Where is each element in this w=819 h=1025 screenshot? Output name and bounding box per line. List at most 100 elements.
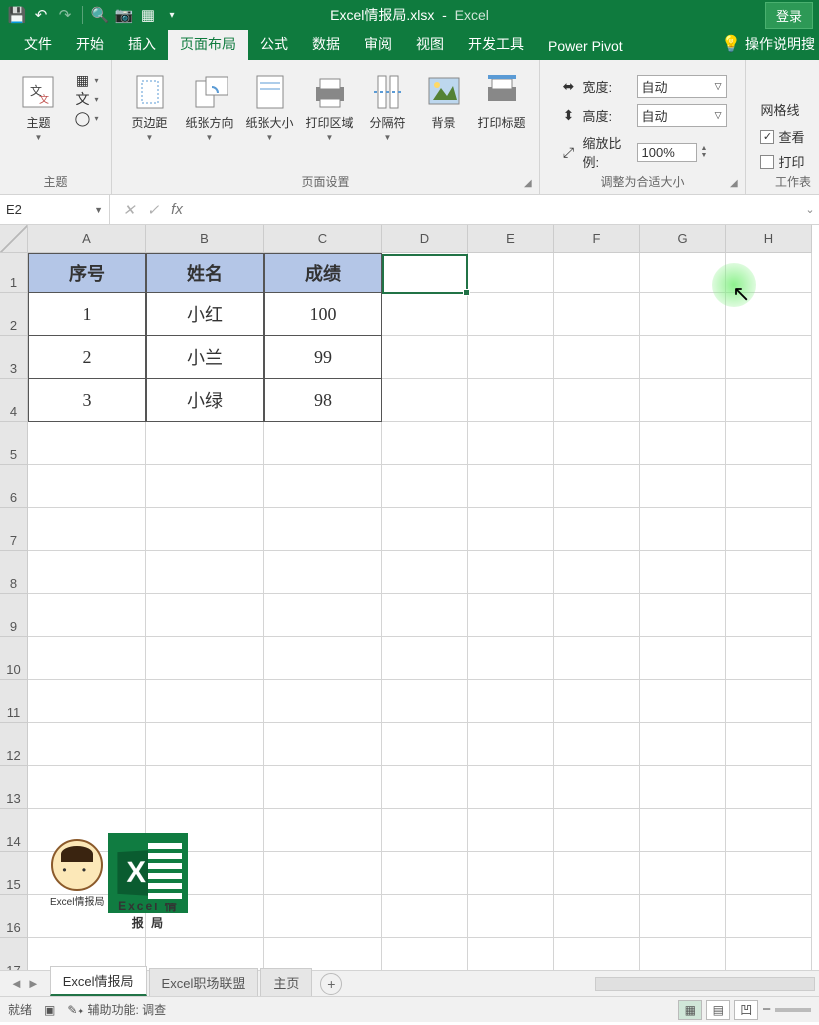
cell[interactable] [264,809,382,852]
cell[interactable] [146,637,264,680]
cell[interactable] [382,336,468,379]
cell[interactable] [640,938,726,970]
size-button[interactable]: 纸张大小▼ [244,70,296,144]
print-gridlines-checkbox[interactable]: 打印 [760,152,804,171]
add-sheet-button[interactable]: + [320,973,342,995]
cell[interactable]: 100 [264,293,382,336]
expand-formula-bar[interactable]: ⌄ [801,203,819,216]
cell[interactable] [554,766,640,809]
zoom-out-button[interactable]: − [762,1001,771,1018]
tab-文件[interactable]: 文件 [12,28,64,60]
cell[interactable] [640,379,726,422]
row-header-11[interactable]: 11 [0,680,28,723]
cell[interactable] [640,723,726,766]
background-button[interactable]: 背景 [420,70,468,133]
cell[interactable] [640,637,726,680]
cell[interactable] [264,637,382,680]
cell[interactable] [468,336,554,379]
cell[interactable] [382,293,468,336]
page-break-view-button[interactable]: 凹 [734,1000,758,1020]
cell[interactable] [146,508,264,551]
cell[interactable] [468,852,554,895]
cell[interactable] [468,379,554,422]
row-header-5[interactable]: 5 [0,422,28,465]
cell[interactable] [382,723,468,766]
cell[interactable] [554,594,640,637]
fx-icon[interactable]: fx [166,201,188,219]
tab-页面布局[interactable]: 页面布局 [168,28,248,60]
cell[interactable] [264,895,382,938]
cell[interactable] [554,551,640,594]
cell[interactable] [726,379,812,422]
cell[interactable] [468,594,554,637]
cell[interactable] [554,723,640,766]
cell[interactable]: 1 [28,293,146,336]
cell[interactable] [28,723,146,766]
cell[interactable]: 成绩 [264,253,382,293]
cell[interactable] [146,680,264,723]
cell[interactable] [640,253,726,293]
cell[interactable] [28,465,146,508]
scale-input[interactable]: 100% [637,143,697,162]
cell[interactable] [726,594,812,637]
tab-Power Pivot[interactable]: Power Pivot [536,32,635,60]
cell[interactable] [640,551,726,594]
cell[interactable] [264,465,382,508]
cell[interactable] [382,680,468,723]
login-button[interactable]: 登录 [765,2,813,29]
horizontal-scrollbar[interactable] [595,977,815,991]
cell[interactable] [726,895,812,938]
cell[interactable] [468,293,554,336]
row-header-4[interactable]: 4 [0,379,28,422]
cell[interactable] [554,852,640,895]
col-header-E[interactable]: E [468,225,554,253]
cell[interactable] [726,336,812,379]
cell[interactable] [640,293,726,336]
cell[interactable] [554,680,640,723]
cell[interactable] [726,422,812,465]
cell[interactable] [146,551,264,594]
row-header-13[interactable]: 13 [0,766,28,809]
cell[interactable] [554,508,640,551]
print-area-button[interactable]: 打印区域▼ [304,70,356,144]
row-header-12[interactable]: 12 [0,723,28,766]
col-header-H[interactable]: H [726,225,812,253]
cell[interactable] [554,422,640,465]
tab-nav-next[interactable]: ► [27,976,40,991]
breaks-button[interactable]: 分隔符▼ [364,70,412,144]
cell[interactable] [382,253,468,293]
cell[interactable] [640,895,726,938]
cell[interactable] [726,809,812,852]
cell[interactable] [726,680,812,723]
cell[interactable] [28,508,146,551]
theme-effects[interactable]: ◯▾ [72,110,98,126]
cell[interactable] [640,809,726,852]
row-header-16[interactable]: 16 [0,895,28,938]
cell[interactable]: 小兰 [146,336,264,379]
row-header-10[interactable]: 10 [0,637,28,680]
qat-customize-icon[interactable]: ▾ [163,6,181,24]
cell[interactable] [264,594,382,637]
formula-input[interactable] [196,195,801,224]
row-header-2[interactable]: 2 [0,293,28,336]
cell[interactable] [726,938,812,970]
row-header-1[interactable]: 1 [0,253,28,293]
col-header-B[interactable]: B [146,225,264,253]
cell[interactable] [264,852,382,895]
cell[interactable] [640,465,726,508]
cell[interactable] [640,594,726,637]
sheet-tab-2[interactable]: 主页 [260,968,312,996]
cell[interactable] [382,809,468,852]
cell[interactable] [468,938,554,970]
record-macro-icon[interactable]: ▣ [44,1003,55,1017]
cell[interactable] [382,465,468,508]
name-box[interactable]: E2▼ [0,195,110,224]
sheet-tab-1[interactable]: Excel职场联盟 [149,968,259,996]
cell[interactable] [382,637,468,680]
sheet-tab-0[interactable]: Excel情报局 [50,966,147,996]
cell[interactable] [554,809,640,852]
col-header-D[interactable]: D [382,225,468,253]
page-layout-view-button[interactable]: ▤ [706,1000,730,1020]
col-header-A[interactable]: A [28,225,146,253]
cell[interactable] [382,379,468,422]
